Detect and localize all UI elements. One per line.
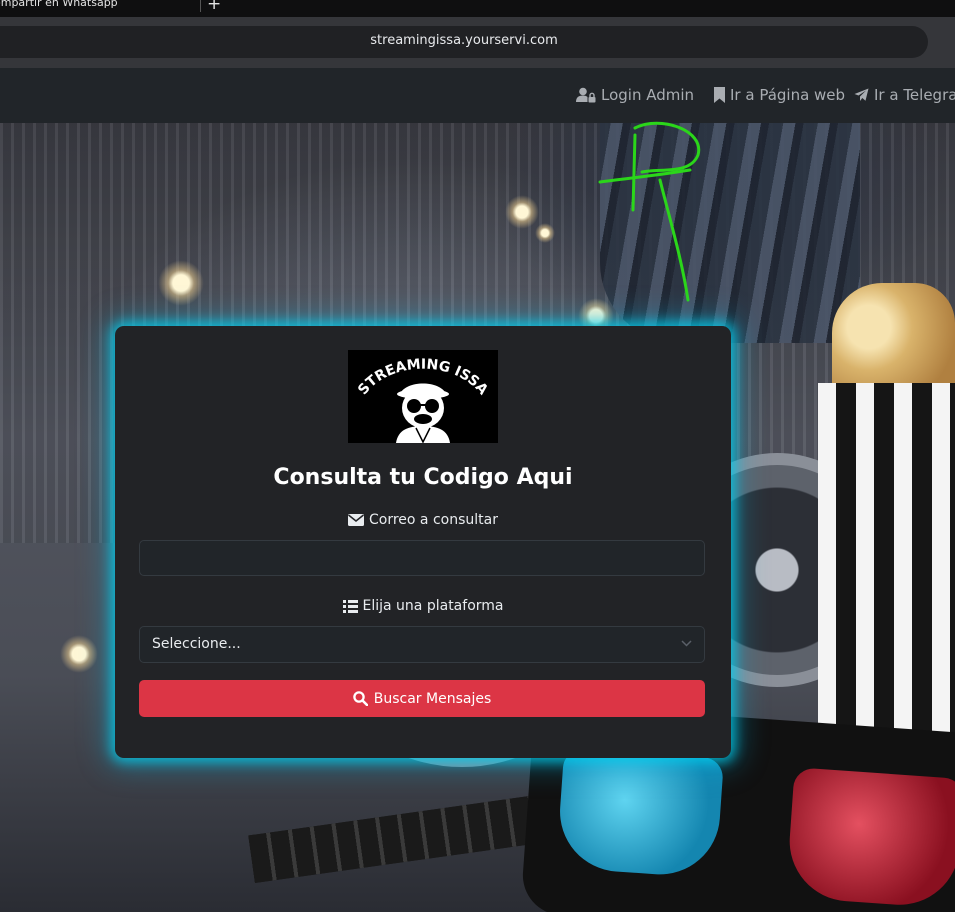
streaming-issa-logo: STREAMING ISSA — [348, 350, 498, 443]
platform-select[interactable]: Seleccione... — [139, 626, 705, 663]
user-lock-icon — [576, 87, 596, 103]
platform-select-value: Seleccione... — [152, 636, 241, 652]
popcorn-box-illustration — [818, 383, 955, 763]
page-title: Consulta tu Codigo Aqui — [273, 465, 573, 490]
email-label-text: Correo a consultar — [369, 512, 498, 528]
nav-link-label: Ir a Telegram — [874, 86, 955, 104]
search-button-label: Buscar Mensajes — [373, 690, 492, 707]
address-bar[interactable]: streamingissa.yourservi.com — [0, 26, 928, 58]
list-icon — [342, 599, 358, 613]
url-text: streamingissa.yourservi.com — [370, 33, 558, 48]
nav-link-pagina-web[interactable]: Ir a Página web — [714, 86, 845, 104]
site-navbar: Login Admin Ir a Página web Ir a Telegra… — [0, 68, 955, 123]
email-field[interactable] — [139, 540, 705, 576]
light-sparkle — [535, 223, 555, 243]
annotation-scribble — [598, 121, 701, 302]
tab-divider — [200, 0, 201, 12]
popcorn-illustration — [832, 283, 955, 393]
platform-label-text: Elija una plataforma — [362, 598, 504, 614]
chevron-down-icon — [681, 640, 692, 647]
light-sparkle — [60, 635, 98, 673]
light-sparkle — [158, 260, 204, 306]
browser-toolbar: streamingissa.yourservi.com — [0, 17, 955, 68]
search-icon — [353, 691, 368, 706]
light-sparkle — [505, 195, 539, 229]
browser-tab[interactable]: ompartir en Whatsapp — [0, 0, 118, 9]
search-messages-button[interactable]: Buscar Mensajes — [139, 680, 705, 717]
email-label: Correo a consultar — [115, 512, 731, 528]
nav-link-label: Ir a Página web — [730, 86, 846, 104]
envelope-icon — [348, 514, 364, 526]
monkey-logo-icon: STREAMING ISSA — [355, 356, 491, 443]
telegram-plane-icon — [854, 88, 869, 101]
query-card: STREAMING ISSA Consulta tu Codigo Aqui C… — [115, 326, 731, 758]
nav-link-label: Login Admin — [601, 86, 695, 104]
platform-label: Elija una plataforma — [115, 598, 731, 614]
bookmark-icon — [714, 87, 725, 103]
nav-link-login-admin[interactable]: Login Admin — [576, 86, 694, 104]
nav-link-telegram[interactable]: Ir a Telegram — [854, 86, 955, 104]
new-tab-button[interactable]: + — [207, 0, 221, 14]
browser-tab-bar: ompartir en Whatsapp + — [0, 0, 955, 17]
3d-glasses-red-lens — [785, 767, 955, 909]
